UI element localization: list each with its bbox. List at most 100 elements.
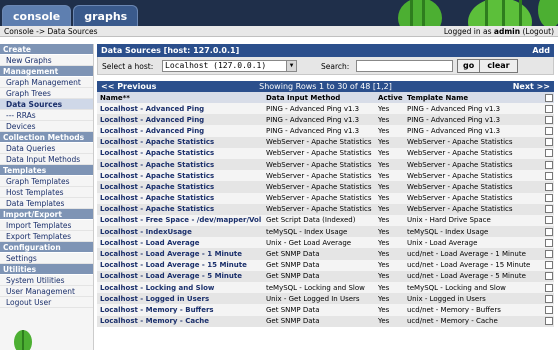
sidebar-item-import-templates[interactable]: Import Templates [0,220,93,231]
host-select[interactable]: Localhost (127.0.0.1) ▼ [162,60,297,72]
row-checkbox[interactable] [545,272,553,281]
row-checkbox-cell[interactable] [542,304,554,316]
row-checkbox[interactable] [545,171,553,180]
row-checkbox[interactable] [545,305,553,314]
row-name-link[interactable]: Localhost - Apache Statistics [97,203,263,215]
select-all-checkbox-cell[interactable] [542,92,554,103]
sidebar-item-data-input-methods[interactable]: Data Input Methods [0,154,93,165]
row-checkbox[interactable] [545,182,553,191]
row-checkbox[interactable] [545,283,553,292]
row-checkbox-cell[interactable] [542,170,554,182]
row-checkbox[interactable] [545,250,553,259]
row-checkbox[interactable] [545,227,553,236]
search-input[interactable] [356,60,453,72]
row-name-link[interactable]: Localhost - Apache Statistics [97,192,263,204]
row-name-link[interactable]: Localhost - Load Average - 15 Minute [97,259,263,271]
row-name-link[interactable]: Localhost - Advanced Ping [97,114,263,126]
row-checkbox[interactable] [545,317,553,326]
sidebar-item-settings[interactable]: Settings [0,253,93,264]
row-checkbox-cell[interactable] [542,293,554,305]
row-name-link[interactable]: Localhost - Apache Statistics [97,147,263,159]
row-checkbox-cell[interactable] [542,181,554,193]
table-row: Localhost - Logged in Users Unix - Get Lo… [97,293,554,305]
go-button[interactable]: go [457,59,481,73]
row-name-link[interactable]: Localhost - Load Average - 5 Minute [97,270,263,282]
row-name-link[interactable]: Localhost - Apache Statistics [97,136,263,148]
next-link[interactable]: Next >> [513,81,550,92]
sidebar-item-host-templates[interactable]: Host Templates [0,187,93,198]
row-checkbox-cell[interactable] [542,237,554,249]
row-name-link[interactable]: Localhost - Apache Statistics [97,170,263,182]
sidebar-item-graph-trees[interactable]: Graph Trees [0,88,93,99]
row-checkbox[interactable] [545,115,553,124]
row-checkbox-cell[interactable] [542,259,554,271]
row-checkbox-cell[interactable] [542,125,554,137]
table-row: Localhost - Apache Statistics WebServer -… [97,203,554,215]
row-template: PING - Advanced Ping v1.3 [404,114,542,126]
row-name-link[interactable]: Localhost - Free Space - /dev/mapper/Vol [97,214,263,227]
row-name-link[interactable]: Localhost - Locking and Slow [97,282,263,294]
row-checkbox-cell[interactable] [542,136,554,148]
row-name-link[interactable]: Localhost - Load Average [97,237,263,249]
row-checkbox-cell[interactable] [542,158,554,171]
sidebar-item-export-templates[interactable]: Export Templates [0,231,93,242]
breadcrumb[interactable]: Console -> Data Sources [4,27,98,36]
panel-title: Data Sources [101,46,161,55]
sidebar-item-rras[interactable]: --- RRAs [0,110,93,121]
row-checkbox[interactable] [545,138,553,147]
row-name-link[interactable]: Localhost - Memory - Cache [97,315,263,327]
row-checkbox-cell[interactable] [542,226,554,238]
sidebar-item-graph-management[interactable]: Graph Management [0,77,93,88]
row-name-link[interactable]: Localhost - Load Average - 1 Minute [97,248,263,260]
sidebar-item-logout-user[interactable]: Logout User [0,297,93,308]
row-checkbox-cell[interactable] [542,282,554,294]
row-name-link[interactable]: Localhost - IndexUsage [97,226,263,238]
logout-link[interactable]: (Logout) [522,27,554,36]
row-checkbox[interactable] [545,238,553,247]
clear-button[interactable]: clear [479,59,518,73]
sidebar-item-user-management[interactable]: User Management [0,286,93,297]
sidebar-item-new-graphs[interactable]: New Graphs [0,55,93,66]
row-checkbox-cell[interactable] [542,315,554,327]
row-checkbox-cell[interactable] [542,192,554,204]
tab-console[interactable]: console [2,5,72,26]
row-checkbox[interactable] [545,205,553,214]
sidebar-item-data-templates[interactable]: Data Templates [0,198,93,209]
row-name-link[interactable]: Localhost - Apache Statistics [97,158,263,171]
tab-graphs[interactable]: graphs [73,5,139,26]
select-all-checkbox[interactable] [545,93,553,102]
chevron-down-icon[interactable]: ▼ [286,61,296,71]
row-checkbox-cell[interactable] [542,203,554,215]
row-checkbox[interactable] [545,104,553,113]
row-checkbox[interactable] [545,149,553,158]
row-checkbox-cell[interactable] [542,248,554,260]
row-checkbox[interactable] [545,126,553,135]
row-name-link[interactable]: Localhost - Apache Statistics [97,181,263,193]
column-header-name[interactable]: Name** [97,92,263,103]
row-name-link[interactable]: Localhost - Advanced Ping [97,125,263,137]
sidebar-item-data-sources[interactable]: Data Sources [0,99,93,110]
row-method: WebServer - Apache Statistics [263,192,375,204]
row-checkbox-cell[interactable] [542,103,554,115]
row-name-link[interactable]: Localhost - Advanced Ping [97,103,263,115]
row-checkbox[interactable] [545,194,553,203]
add-link[interactable]: Add [532,44,550,57]
row-checkbox-cell[interactable] [542,270,554,282]
sidebar-item-data-queries[interactable]: Data Queries [0,143,93,154]
row-template: ucd/net - Load Average - 15 Minute [404,259,542,271]
row-name-link[interactable]: Localhost - Logged in Users [97,293,263,305]
previous-link[interactable]: << Previous [101,81,156,92]
row-checkbox[interactable] [545,261,553,270]
row-checkbox-cell[interactable] [542,214,554,227]
row-checkbox[interactable] [545,216,553,225]
sidebar-item-graph-templates[interactable]: Graph Templates [0,176,93,187]
table-row: Localhost - Apache Statistics WebServer -… [97,136,554,148]
sidebar-item-system-utilities[interactable]: System Utilities [0,275,93,286]
row-checkbox-cell[interactable] [542,147,554,159]
row-checkbox[interactable] [545,160,553,169]
row-checkbox-cell[interactable] [542,114,554,126]
row-name-link[interactable]: Localhost - Memory - Buffers [97,304,263,316]
sidebar-item-devices[interactable]: Devices [0,121,93,132]
row-active: Yes [375,103,404,115]
row-checkbox[interactable] [545,294,553,303]
